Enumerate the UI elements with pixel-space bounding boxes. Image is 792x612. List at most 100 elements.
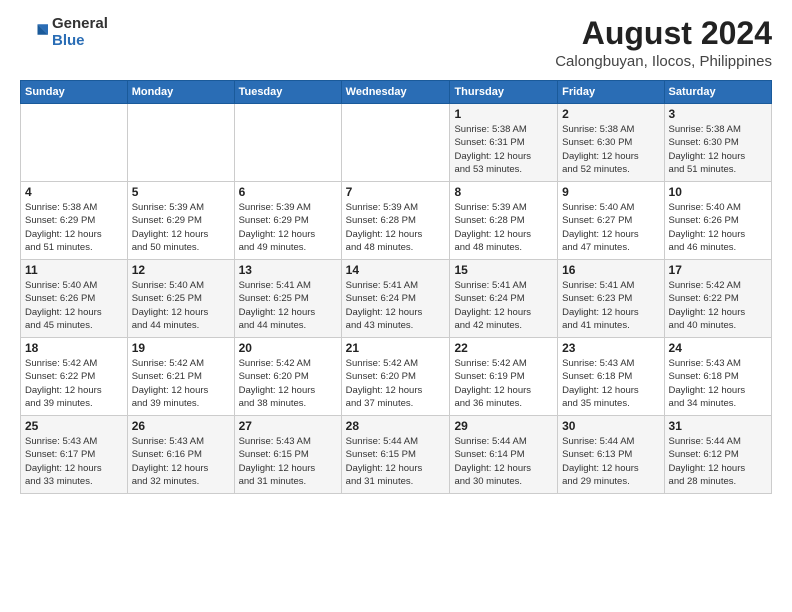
weekday-header: Wednesday	[341, 81, 450, 104]
day-info: Sunrise: 5:38 AM Sunset: 6:30 PM Dayligh…	[562, 123, 659, 176]
calendar-cell: 10Sunrise: 5:40 AM Sunset: 6:26 PM Dayli…	[664, 182, 771, 260]
day-info: Sunrise: 5:43 AM Sunset: 6:15 PM Dayligh…	[239, 435, 337, 488]
calendar-cell	[234, 104, 341, 182]
day-number: 20	[239, 341, 337, 355]
weekday-header: Thursday	[450, 81, 558, 104]
calendar-cell: 8 Sunrise: 5:39 AM Sunset: 6:28 PM Daylig…	[450, 182, 558, 260]
calendar-cell: 5 Sunrise: 5:39 AM Sunset: 6:29 PM Daylig…	[127, 182, 234, 260]
calendar-cell: 22 Sunrise: 5:42 AM Sunset: 6:19 PM Dayli…	[450, 338, 558, 416]
logo-icon	[20, 19, 48, 47]
calendar-cell: 7 Sunrise: 5:39 AM Sunset: 6:28 PM Daylig…	[341, 182, 450, 260]
calendar-cell: 30Sunrise: 5:44 AM Sunset: 6:13 PM Dayli…	[558, 416, 664, 494]
day-number: 31	[669, 419, 767, 433]
day-info: Sunrise: 5:42 AM Sunset: 6:20 PM Dayligh…	[346, 357, 446, 410]
day-info: Sunrise: 5:39 AM Sunset: 6:29 PM Dayligh…	[132, 201, 230, 254]
weekday-header: Monday	[127, 81, 234, 104]
calendar-cell: 18 Sunrise: 5:42 AM Sunset: 6:22 PM Dayli…	[21, 338, 128, 416]
calendar-header-row: SundayMondayTuesdayWednesdayThursdayFrid…	[21, 81, 772, 104]
day-number: 14	[346, 263, 446, 277]
day-number: 11	[25, 263, 123, 277]
day-number: 12	[132, 263, 230, 277]
day-info: Sunrise: 5:39 AM Sunset: 6:28 PM Dayligh…	[454, 201, 553, 254]
day-number: 21	[346, 341, 446, 355]
calendar-cell: 3 Sunrise: 5:38 AM Sunset: 6:30 PM Daylig…	[664, 104, 771, 182]
day-number: 19	[132, 341, 230, 355]
day-number: 30	[562, 419, 659, 433]
day-number: 25	[25, 419, 123, 433]
header: General Blue August 2024 Calongbuyan, Il…	[20, 16, 772, 70]
day-info: Sunrise: 5:40 AM Sunset: 6:27 PM Dayligh…	[562, 201, 659, 254]
day-number: 26	[132, 419, 230, 433]
day-info: Sunrise: 5:41 AM Sunset: 6:23 PM Dayligh…	[562, 279, 659, 332]
calendar-week-row: 4 Sunrise: 5:38 AM Sunset: 6:29 PM Daylig…	[21, 182, 772, 260]
day-info: Sunrise: 5:41 AM Sunset: 6:25 PM Dayligh…	[239, 279, 337, 332]
calendar-cell	[21, 104, 128, 182]
weekday-header: Friday	[558, 81, 664, 104]
weekday-header: Saturday	[664, 81, 771, 104]
calendar-cell: 14 Sunrise: 5:41 AM Sunset: 6:24 PM Dayli…	[341, 260, 450, 338]
day-info: Sunrise: 5:41 AM Sunset: 6:24 PM Dayligh…	[346, 279, 446, 332]
calendar-cell: 2 Sunrise: 5:38 AM Sunset: 6:30 PM Daylig…	[558, 104, 664, 182]
day-info: Sunrise: 5:38 AM Sunset: 6:31 PM Dayligh…	[454, 123, 553, 176]
day-number: 16	[562, 263, 659, 277]
day-info: Sunrise: 5:44 AM Sunset: 6:14 PM Dayligh…	[454, 435, 553, 488]
day-info: Sunrise: 5:38 AM Sunset: 6:30 PM Dayligh…	[669, 123, 767, 176]
calendar-week-row: 18 Sunrise: 5:42 AM Sunset: 6:22 PM Dayli…	[21, 338, 772, 416]
calendar-week-row: 1 Sunrise: 5:38 AM Sunset: 6:31 PM Daylig…	[21, 104, 772, 182]
day-number: 8	[454, 185, 553, 199]
day-info: Sunrise: 5:40 AM Sunset: 6:25 PM Dayligh…	[132, 279, 230, 332]
day-info: Sunrise: 5:42 AM Sunset: 6:21 PM Dayligh…	[132, 357, 230, 410]
day-number: 18	[25, 341, 123, 355]
calendar-cell: 15Sunrise: 5:41 AM Sunset: 6:24 PM Dayli…	[450, 260, 558, 338]
day-number: 3	[669, 107, 767, 121]
calendar-cell: 17 Sunrise: 5:42 AM Sunset: 6:22 PM Dayli…	[664, 260, 771, 338]
calendar-cell: 20 Sunrise: 5:42 AM Sunset: 6:20 PM Dayli…	[234, 338, 341, 416]
day-number: 1	[454, 107, 553, 121]
day-info: Sunrise: 5:40 AM Sunset: 6:26 PM Dayligh…	[25, 279, 123, 332]
day-number: 6	[239, 185, 337, 199]
day-info: Sunrise: 5:39 AM Sunset: 6:29 PM Dayligh…	[239, 201, 337, 254]
day-info: Sunrise: 5:42 AM Sunset: 6:22 PM Dayligh…	[25, 357, 123, 410]
day-number: 29	[454, 419, 553, 433]
calendar-cell: 12 Sunrise: 5:40 AM Sunset: 6:25 PM Dayli…	[127, 260, 234, 338]
calendar-cell: 31 Sunrise: 5:44 AM Sunset: 6:12 PM Dayli…	[664, 416, 771, 494]
day-info: Sunrise: 5:38 AM Sunset: 6:29 PM Dayligh…	[25, 201, 123, 254]
logo-general-text: General	[52, 16, 108, 33]
day-number: 10	[669, 185, 767, 199]
calendar-cell: 25 Sunrise: 5:43 AM Sunset: 6:17 PM Dayli…	[21, 416, 128, 494]
calendar-cell: 24Sunrise: 5:43 AM Sunset: 6:18 PM Dayli…	[664, 338, 771, 416]
day-info: Sunrise: 5:39 AM Sunset: 6:28 PM Dayligh…	[346, 201, 446, 254]
calendar-cell: 16 Sunrise: 5:41 AM Sunset: 6:23 PM Dayli…	[558, 260, 664, 338]
weekday-header: Tuesday	[234, 81, 341, 104]
logo-blue-text: Blue	[52, 33, 108, 50]
calendar-week-row: 11 Sunrise: 5:40 AM Sunset: 6:26 PM Dayli…	[21, 260, 772, 338]
title-block: August 2024 Calongbuyan, Ilocos, Philipp…	[555, 16, 772, 70]
day-number: 9	[562, 185, 659, 199]
calendar-cell: 13 Sunrise: 5:41 AM Sunset: 6:25 PM Dayli…	[234, 260, 341, 338]
day-info: Sunrise: 5:42 AM Sunset: 6:19 PM Dayligh…	[454, 357, 553, 410]
day-number: 2	[562, 107, 659, 121]
weekday-header: Sunday	[21, 81, 128, 104]
day-number: 5	[132, 185, 230, 199]
calendar-cell	[341, 104, 450, 182]
day-info: Sunrise: 5:43 AM Sunset: 6:17 PM Dayligh…	[25, 435, 123, 488]
day-info: Sunrise: 5:44 AM Sunset: 6:12 PM Dayligh…	[669, 435, 767, 488]
day-info: Sunrise: 5:43 AM Sunset: 6:18 PM Dayligh…	[669, 357, 767, 410]
subtitle: Calongbuyan, Ilocos, Philippines	[555, 53, 772, 70]
calendar-cell: 19 Sunrise: 5:42 AM Sunset: 6:21 PM Dayli…	[127, 338, 234, 416]
logo: General Blue	[20, 16, 108, 49]
day-info: Sunrise: 5:42 AM Sunset: 6:20 PM Dayligh…	[239, 357, 337, 410]
day-number: 13	[239, 263, 337, 277]
day-info: Sunrise: 5:42 AM Sunset: 6:22 PM Dayligh…	[669, 279, 767, 332]
day-number: 4	[25, 185, 123, 199]
calendar-cell: 4 Sunrise: 5:38 AM Sunset: 6:29 PM Daylig…	[21, 182, 128, 260]
day-number: 17	[669, 263, 767, 277]
day-number: 23	[562, 341, 659, 355]
day-info: Sunrise: 5:43 AM Sunset: 6:18 PM Dayligh…	[562, 357, 659, 410]
calendar-cell: 29 Sunrise: 5:44 AM Sunset: 6:14 PM Dayli…	[450, 416, 558, 494]
main-title: August 2024	[555, 16, 772, 51]
day-info: Sunrise: 5:43 AM Sunset: 6:16 PM Dayligh…	[132, 435, 230, 488]
calendar-cell: 28Sunrise: 5:44 AM Sunset: 6:15 PM Dayli…	[341, 416, 450, 494]
day-number: 22	[454, 341, 553, 355]
day-number: 7	[346, 185, 446, 199]
